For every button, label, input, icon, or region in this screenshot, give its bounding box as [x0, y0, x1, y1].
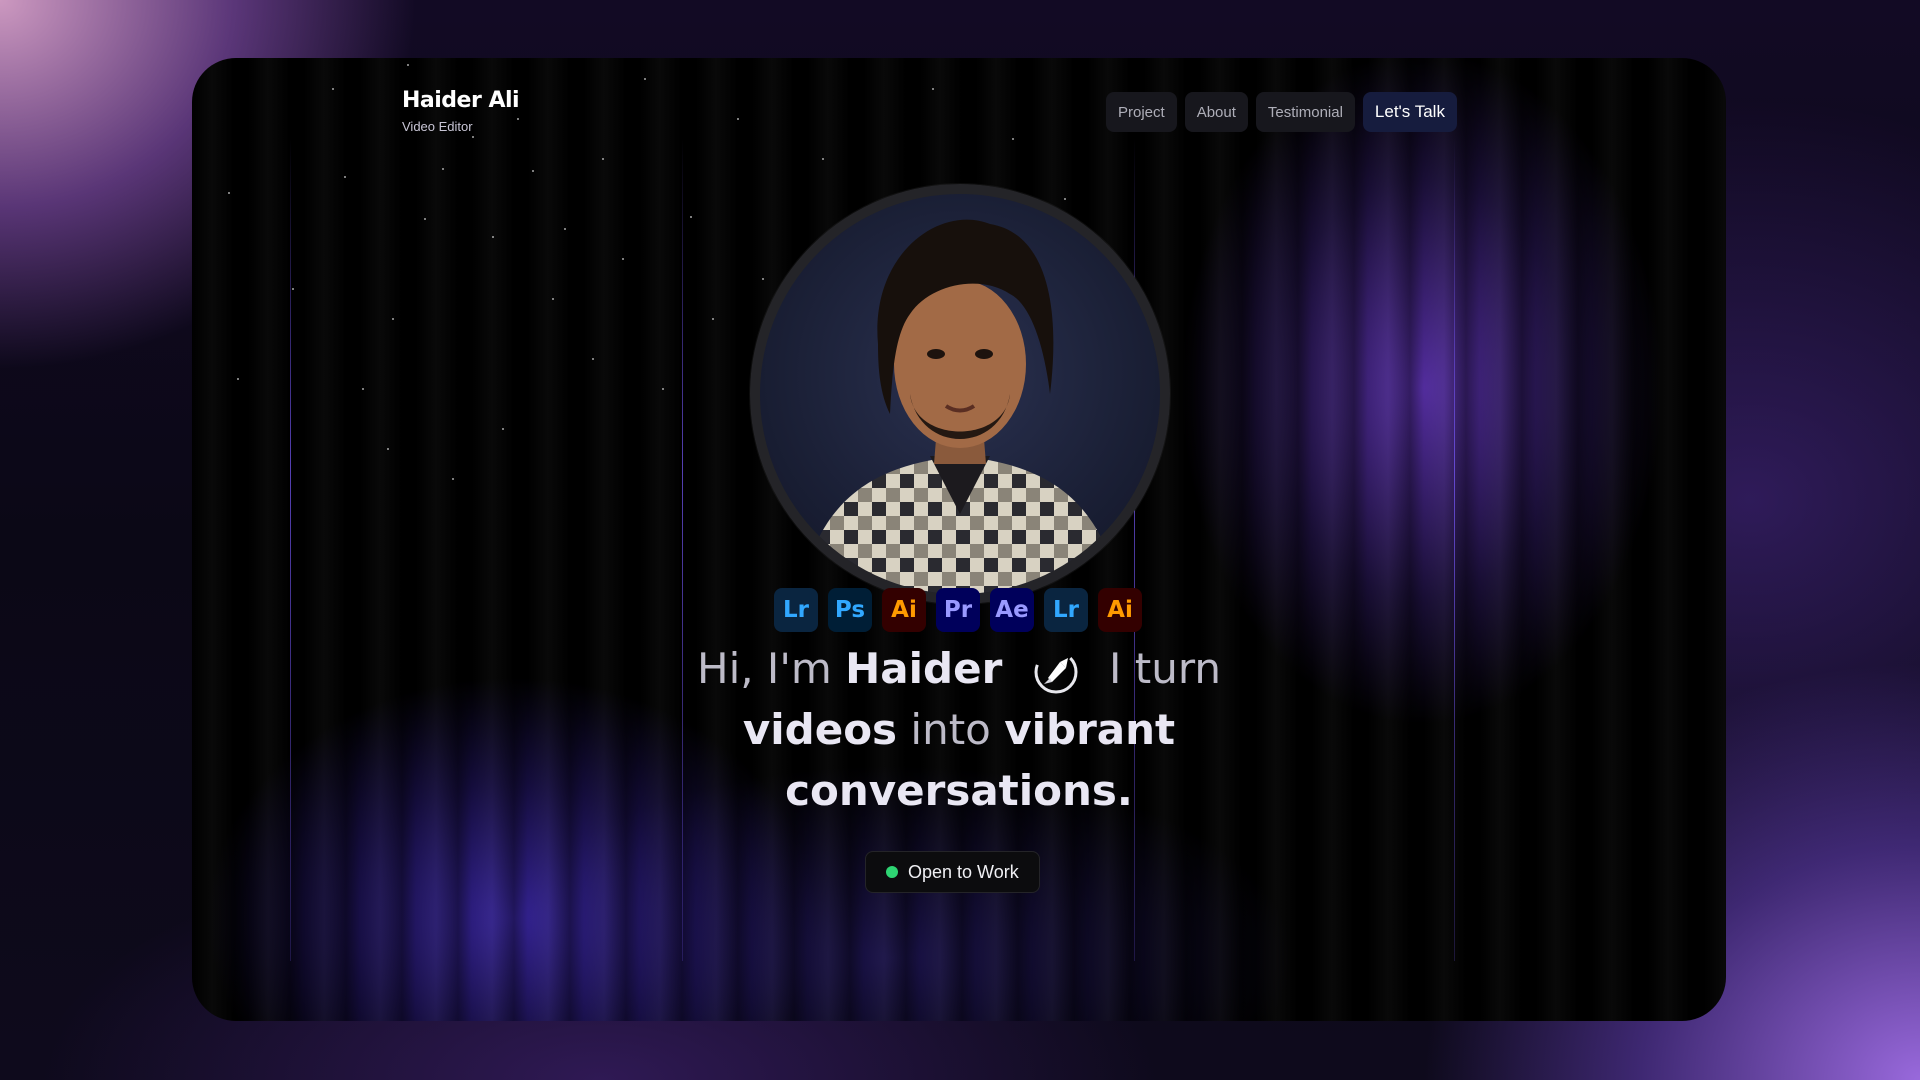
- open-to-work-badge[interactable]: Open to Work: [865, 851, 1040, 893]
- main-nav: Project About Testimonial Let's Talk: [1106, 92, 1457, 132]
- photoshop-icon: Ps: [828, 588, 872, 632]
- premiere-pro-icon: Pr: [936, 588, 980, 632]
- rocket-icon: [1030, 648, 1082, 696]
- accent-line: [1454, 138, 1455, 961]
- brand-role: Video Editor: [402, 119, 473, 134]
- brand-name: Haider Ali: [402, 88, 520, 113]
- brand[interactable]: Haider Ali Video Editor: [402, 88, 520, 134]
- after-effects-icon: Ae: [990, 588, 1034, 632]
- headline-vibrant: vibrant: [1004, 705, 1176, 754]
- portfolio-card: Haider Ali Video Editor Project About Te…: [192, 58, 1726, 1021]
- illustrator-icon: Ai: [1098, 588, 1142, 632]
- accent-line: [682, 138, 683, 961]
- portrait-illustration: [800, 219, 1120, 594]
- lightroom-icon: Lr: [774, 588, 818, 632]
- headline-into: into: [910, 705, 991, 754]
- headline-name: Haider: [845, 644, 1003, 693]
- lightroom-icon: Lr: [1044, 588, 1088, 632]
- tool-icons: Lr Ps Ai Pr Ae Lr Ai: [774, 588, 1142, 632]
- profile-photo: [750, 184, 1170, 604]
- nav-about[interactable]: About: [1184, 92, 1248, 132]
- accent-line: [290, 138, 291, 961]
- nav-testimonial[interactable]: Testimonial: [1255, 92, 1355, 132]
- lets-talk-button[interactable]: Let's Talk: [1362, 92, 1457, 132]
- accent-line: [1134, 138, 1135, 961]
- status-dot: [886, 866, 898, 878]
- headline-conversations: conversations.: [785, 766, 1133, 815]
- headline-greeting: Hi, I'm: [696, 644, 832, 693]
- illustrator-icon: Ai: [882, 588, 926, 632]
- status-label: Open to Work: [908, 861, 1019, 882]
- headline-turn: I turn: [1109, 644, 1222, 693]
- hero-headline: Hi, I'm Haider I turn videos into vibran…: [192, 638, 1726, 821]
- nav-project[interactable]: Project: [1106, 92, 1177, 132]
- headline-videos: videos: [742, 705, 898, 754]
